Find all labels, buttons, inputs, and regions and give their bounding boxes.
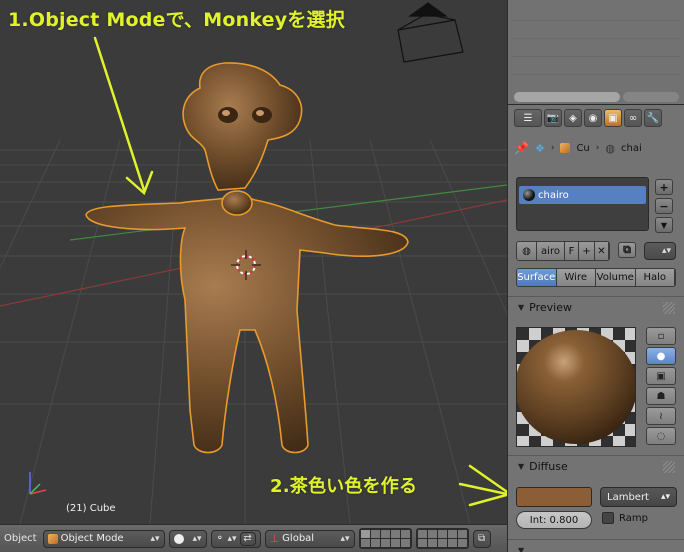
material-browse-icon[interactable]: ◍ — [517, 242, 537, 260]
preview-panel-header[interactable]: ▼ Preview — [508, 296, 684, 318]
object-info: (21) Cube — [66, 503, 116, 514]
preview-sphere — [517, 330, 635, 444]
diffuse-panel-header[interactable]: ▼ Diffuse — [508, 455, 684, 477]
cube-icon — [560, 143, 571, 153]
mode-dropdown[interactable]: Object Mode ▴▾ — [42, 529, 165, 548]
shading-dropdown[interactable]: ▴▾ — [168, 529, 207, 548]
pivot-icon: ⚬ — [215, 533, 224, 544]
scene-data-icon: ❖ — [534, 141, 545, 155]
collapse-triangle-icon: ▼ — [518, 303, 525, 312]
tab-wire[interactable]: Wire — [556, 269, 596, 286]
modifier-icon[interactable]: 🔧 — [644, 109, 662, 127]
material-datablock[interactable]: ◍ airo F + ✕ — [516, 241, 610, 261]
viewport-canvas — [0, 2, 507, 524]
orientation-label: Global — [282, 533, 315, 544]
intensity-field[interactable]: Int: 0.800 — [516, 511, 592, 529]
preview-hair-icon[interactable]: ≀ — [646, 407, 676, 425]
preview-sky-icon[interactable]: ◌ — [646, 427, 676, 445]
solid-shading-icon — [173, 533, 184, 544]
dropdown-arrow-icon: ▴▾ — [660, 492, 670, 502]
layer-buttons[interactable] — [358, 528, 412, 549]
preview-title: Preview — [529, 301, 572, 314]
remove-slot-button[interactable]: − — [655, 198, 673, 214]
tab-surface[interactable]: Surface — [517, 269, 557, 286]
dropdown-arrow-icon: ▴▾ — [661, 246, 671, 256]
outliner[interactable] — [508, 0, 684, 104]
chevron-right-icon: › — [595, 143, 600, 153]
annotation-step2: 2.茶色い色を作る — [270, 476, 418, 497]
transform-orientation-icon: ⊥ — [269, 532, 280, 545]
tab-halo[interactable]: Halo — [635, 269, 675, 286]
editor-type-icon[interactable]: ☰ — [514, 109, 542, 127]
material-slot-item[interactable]: chairo — [519, 186, 646, 204]
viewport-header: Object Object Mode ▴▾ ▴▾ ⚬ ▴▾ ⇄ ⊥ Global… — [0, 524, 507, 552]
breadcrumb-object: Cu — [576, 142, 590, 154]
lock-camera-icon[interactable]: ⧉ — [472, 529, 491, 548]
render-icon[interactable]: 📷 — [544, 109, 562, 127]
tab-volume[interactable]: Volume — [596, 269, 636, 286]
collapse-triangle-icon: ▼ — [518, 546, 525, 552]
manipulator-icon[interactable]: ⇄ — [239, 531, 256, 546]
dropdown-arrow-icon: ▴▾ — [227, 533, 237, 544]
dropdown-arrow-icon: ▴▾ — [150, 533, 160, 544]
drag-grip-icon[interactable] — [663, 302, 675, 314]
new-material-icon[interactable]: + — [579, 242, 595, 260]
add-slot-button[interactable]: + — [655, 179, 673, 195]
outliner-scrollbar-track[interactable] — [623, 92, 679, 102]
breadcrumb: 📌 ❖ › Cu › ◍ chai — [514, 141, 679, 155]
floor-grid — [0, 139, 507, 524]
monkey-model — [85, 62, 409, 454]
world-icon[interactable]: ◉ — [584, 109, 602, 127]
diffuse-title: Diffuse — [529, 460, 568, 473]
diffuse-color-swatch[interactable] — [516, 487, 592, 507]
link-icon[interactable]: ⧉ — [618, 242, 636, 258]
ramp-label: Ramp — [619, 512, 648, 524]
ramp-toggle[interactable]: Ramp — [602, 512, 648, 524]
properties-context-bar: ☰ 📷 ◈ ◉ ▣ ∞ 🔧 — [514, 109, 679, 127]
header-menu-object[interactable]: Object — [4, 533, 37, 544]
slot-menu-button[interactable]: ▼ — [655, 217, 673, 233]
material-slot-label: chairo — [538, 189, 569, 201]
diffuse-shader-dropdown[interactable]: Lambert ▴▾ — [600, 487, 677, 507]
right-panel: ☰ 📷 ◈ ◉ ▣ ∞ 🔧 📌 ❖ › Cu › ◍ chai chairo + — [507, 0, 684, 552]
next-panel-header[interactable]: ▼ — [508, 539, 684, 552]
material-name-field[interactable]: airo — [537, 242, 565, 260]
scene-icon[interactable]: ◈ — [564, 109, 582, 127]
dropdown-arrow-icon: ▴▾ — [340, 533, 350, 544]
chevron-right-icon: › — [550, 143, 555, 153]
material-slot-list[interactable]: chairo — [516, 177, 649, 231]
ramp-checkbox[interactable] — [602, 512, 614, 524]
fake-user-button[interactable]: F — [565, 242, 579, 260]
pin-icon[interactable]: 📌 — [514, 141, 529, 155]
diffuse-shader-label: Lambert — [607, 491, 649, 503]
preview-sphere-icon[interactable]: ● — [646, 347, 676, 365]
preview-type-buttons: ▫ ● ▣ ☗ ≀ ◌ — [646, 327, 676, 445]
camera-object — [397, 2, 464, 63]
layer-buttons-2[interactable] — [415, 528, 469, 549]
breadcrumb-material: chai — [620, 142, 642, 154]
properties-editor: ☰ 📷 ◈ ◉ ▣ ∞ 🔧 📌 ❖ › Cu › ◍ chai chairo + — [508, 104, 684, 552]
link-dropdown[interactable]: ▴▾ — [644, 242, 676, 260]
dropdown-arrow-icon: ▴▾ — [192, 533, 202, 544]
material-icon: ◍ — [605, 141, 615, 155]
constraint-icon[interactable]: ∞ — [624, 109, 642, 127]
material-type-tabs: Surface Wire Volume Halo — [516, 268, 676, 287]
drag-grip-icon[interactable] — [663, 461, 675, 473]
material-preview — [516, 327, 636, 447]
object-icon[interactable]: ▣ — [604, 109, 622, 127]
collapse-triangle-icon: ▼ — [518, 462, 525, 471]
orientation-dropdown[interactable]: ⊥ Global ▴▾ — [264, 529, 355, 548]
mode-label: Object Mode — [60, 533, 124, 544]
3d-viewport[interactable]: 1.Object Modeで、Monkeyを選択 2.茶色い色を作る (21) … — [0, 0, 507, 524]
cube-icon — [47, 533, 58, 544]
material-ball-icon — [523, 189, 535, 201]
outliner-scrollbar[interactable] — [514, 92, 620, 102]
unlink-icon[interactable]: ✕ — [595, 242, 609, 260]
preview-cube-icon[interactable]: ▣ — [646, 367, 676, 385]
pivot-dropdown[interactable]: ⚬ ▴▾ ⇄ — [210, 529, 261, 548]
preview-monkey-icon[interactable]: ☗ — [646, 387, 676, 405]
annotation-step1: 1.Object Modeで、Monkeyを選択 — [8, 9, 345, 31]
preview-flat-icon[interactable]: ▫ — [646, 327, 676, 345]
